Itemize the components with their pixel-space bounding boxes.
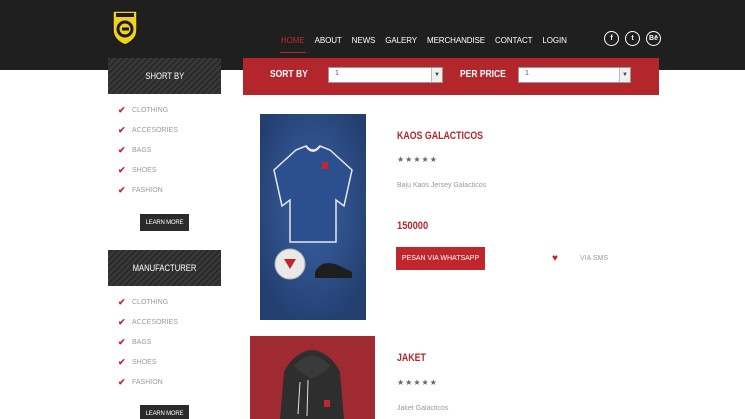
list-item[interactable]: ✔ FASHION — [118, 373, 178, 393]
category-label: SHOES — [132, 167, 157, 175]
category-label: CLOTHING — [132, 298, 169, 306]
nav-news[interactable]: NEWS — [347, 32, 381, 49]
jacket-image — [250, 336, 375, 419]
check-icon: ✔ — [118, 296, 126, 307]
twitter-icon[interactable]: t — [625, 31, 640, 46]
check-icon: ✔ — [118, 104, 126, 115]
list-item[interactable]: ✔ ACCESORIES — [118, 312, 178, 332]
social-links: f t Bē — [604, 31, 661, 46]
list-item[interactable]: ✔ FASHION — [118, 181, 178, 201]
product-price: 150000 — [397, 220, 429, 232]
check-icon: ✔ — [118, 377, 126, 388]
check-icon: ✔ — [118, 144, 126, 155]
manufacturer-header: MANUFACTURER — [108, 250, 221, 286]
list-item[interactable]: ✔ SHOES — [118, 353, 178, 373]
per-price-select[interactable]: 1 ▼ — [518, 67, 631, 83]
list-item[interactable]: ✔ CLOTHING — [118, 100, 178, 120]
manufacturer-title: MANUFACTURER — [132, 263, 197, 273]
category-label: FASHION — [132, 187, 163, 195]
rating-stars: ★★★★★ — [397, 155, 438, 164]
sort-bar: SORT BY 1 ▼ PER PRICE 1 ▼ — [243, 58, 659, 95]
rating-stars: ★★★★★ — [397, 378, 438, 387]
list-item[interactable]: ✔ ACCESORIES — [118, 120, 178, 140]
check-icon: ✔ — [118, 316, 126, 327]
via-sms-link[interactable]: VIA SMS — [580, 255, 608, 262]
sort-by-label: SORT BY — [270, 69, 308, 80]
chevron-down-icon[interactable]: ▼ — [619, 68, 630, 82]
whatsapp-order-button[interactable]: PESAN VIA WHATSAPP — [396, 247, 485, 270]
short-by-list: ✔ CLOTHING ✔ ACCESORIES ✔ BAGS ✔ SHOES ✔ FASH… — [118, 100, 178, 201]
short-by-title: SHORT BY — [145, 71, 184, 81]
short-by-header: SHORT BY — [108, 58, 221, 94]
category-label: SHOES — [132, 359, 157, 367]
nav-login[interactable]: LOGIN — [537, 32, 571, 49]
manufacturer-list: ✔ CLOTHING ✔ ACCESORIES ✔ BAGS ✔ SHOES ✔ FASH… — [118, 292, 178, 393]
list-item[interactable]: ✔ BAGS — [118, 140, 178, 160]
learn-more-button[interactable]: LEARN MORE — [140, 405, 189, 419]
check-icon: ✔ — [118, 357, 126, 368]
per-price-value: 1 — [525, 70, 529, 77]
sort-by-select[interactable]: 1 ▼ — [328, 67, 443, 83]
jersey-image — [260, 114, 366, 320]
product-image-jacket[interactable] — [250, 336, 375, 419]
nav-contact[interactable]: CONTACT — [490, 32, 537, 49]
check-icon: ✔ — [118, 185, 126, 196]
sort-by-value: 1 — [335, 70, 339, 77]
chevron-down-icon[interactable]: ▼ — [431, 68, 442, 82]
behance-icon[interactable]: Bē — [646, 31, 661, 46]
category-label: FASHION — [132, 379, 163, 387]
learn-more-button[interactable]: LEARN MORE — [140, 214, 189, 231]
per-price-label: PER PRICE — [460, 69, 506, 80]
main-nav: HOME ABOUT NEWS GALERY MERCHANDISE CONTA… — [276, 32, 572, 53]
category-label: ACCESORIES — [132, 318, 178, 326]
shield-logo-icon[interactable] — [110, 8, 140, 46]
check-icon: ✔ — [118, 124, 126, 135]
nav-merchandise[interactable]: MERCHANDISE — [422, 32, 490, 49]
category-label: ACCESORIES — [132, 126, 178, 134]
category-label: CLOTHING — [132, 106, 169, 114]
check-icon: ✔ — [118, 165, 126, 176]
product-title[interactable]: KAOS GALACTICOS — [397, 130, 483, 142]
category-label: BAGS — [132, 338, 152, 346]
facebook-icon[interactable]: f — [604, 31, 619, 46]
product-image-jersey[interactable] — [260, 114, 366, 320]
list-item[interactable]: ✔ BAGS — [118, 332, 178, 352]
list-item[interactable]: ✔ SHOES — [118, 161, 178, 181]
category-label: BAGS — [132, 146, 152, 154]
nav-galery[interactable]: GALERY — [380, 32, 422, 49]
product-description: Jaket Galacticos — [397, 405, 449, 412]
list-item[interactable]: ✔ CLOTHING — [118, 292, 178, 312]
check-icon: ✔ — [118, 336, 126, 347]
heart-icon[interactable]: ♥ — [552, 253, 558, 264]
product-description: Baju Kaos Jersey Galacticos — [397, 182, 487, 189]
nav-about[interactable]: ABOUT — [310, 32, 347, 49]
product-title[interactable]: JAKET — [397, 352, 426, 364]
nav-home[interactable]: HOME — [276, 32, 310, 53]
